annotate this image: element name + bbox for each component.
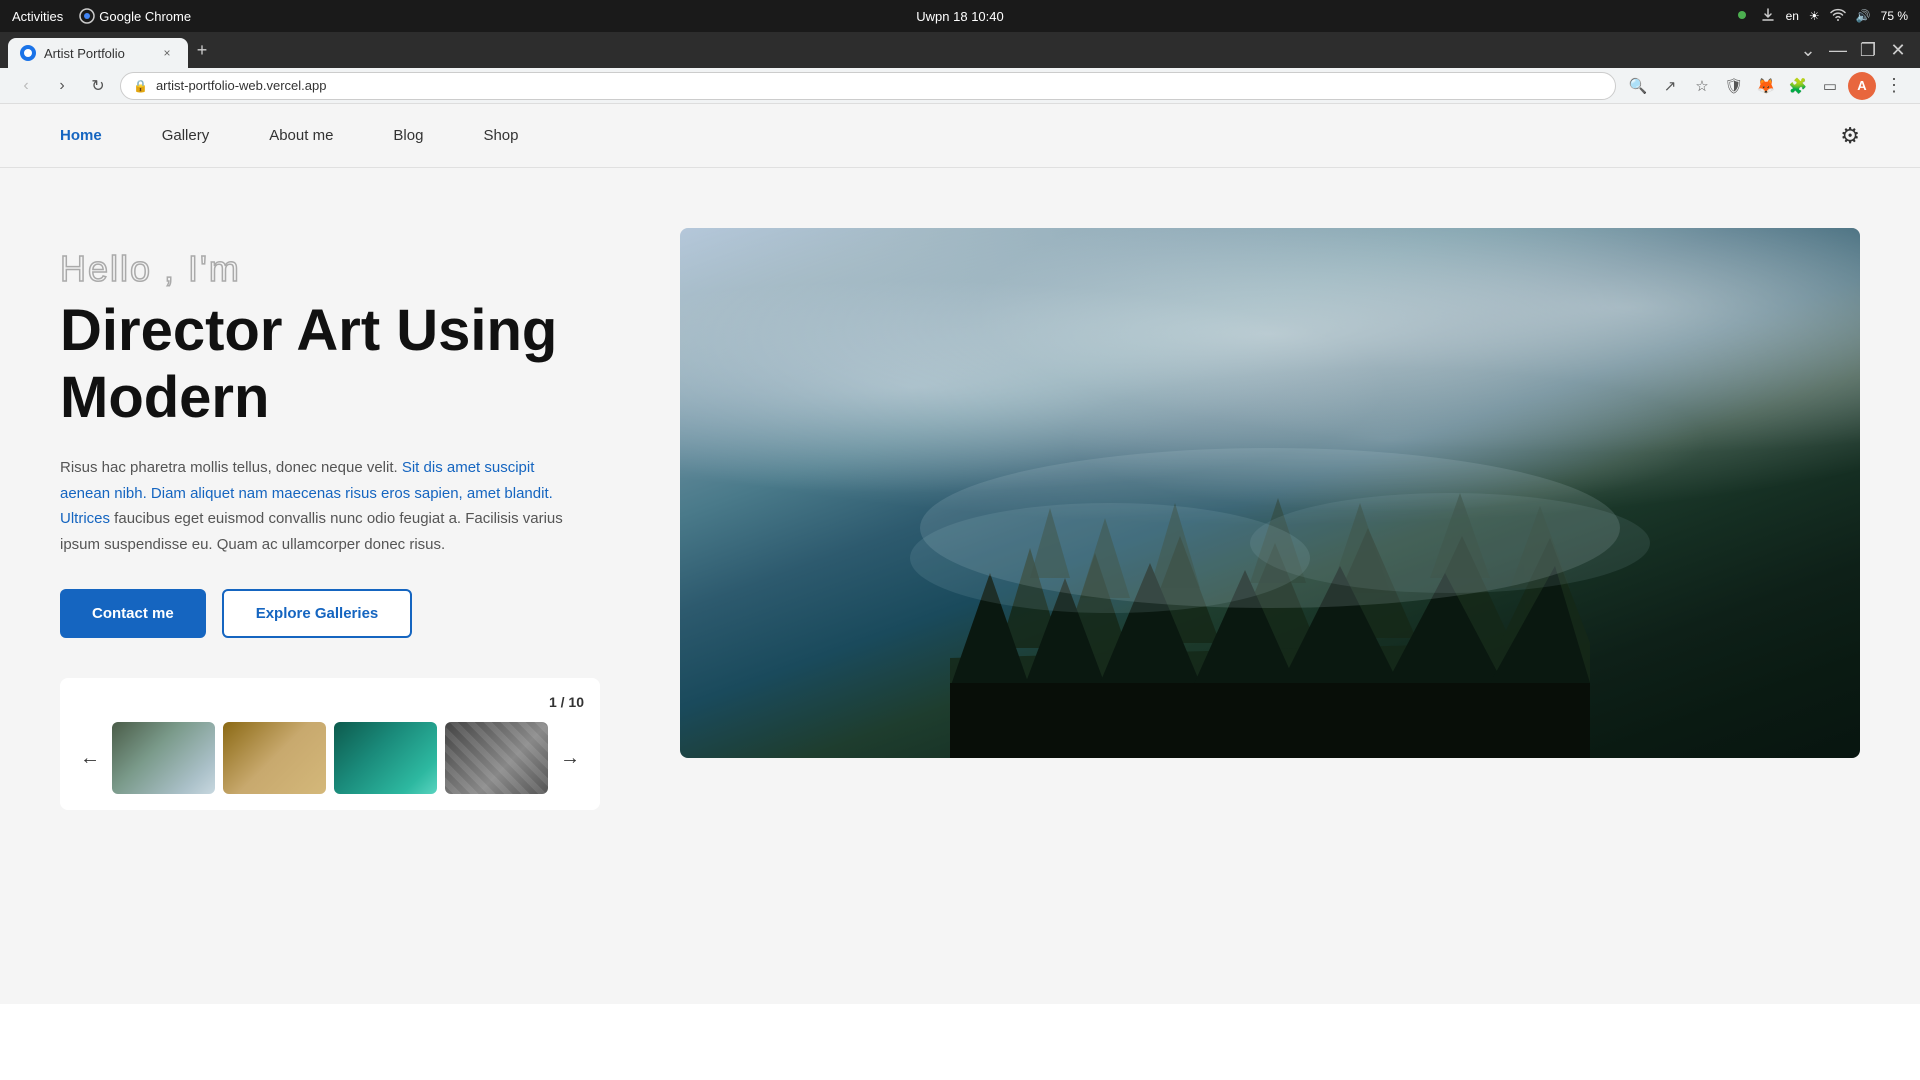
nav-links: Home Gallery About me Blog Shop <box>60 127 1840 144</box>
active-tab[interactable]: Artist Portfolio × <box>8 38 188 68</box>
shield-button[interactable]: 🛡 <box>1720 72 1748 100</box>
browser-tools: 🔍 ↗ ☆ 🛡 🦊 🧩 ▭ A ⋮ <box>1624 72 1908 100</box>
brightness-icon: ☀ <box>1809 9 1820 23</box>
os-bar: Activities Google Chrome Uwpn 18 10:40 e… <box>0 0 1920 32</box>
restore-button[interactable]: ❐ <box>1854 36 1882 64</box>
gallery-current: 1 <box>549 694 557 710</box>
browser-chrome: Artist Portfolio × + ⌄ — ❐ ✕ <box>0 32 1920 68</box>
hero-title-line2: Modern <box>60 365 269 430</box>
nav-blog[interactable]: Blog <box>393 127 423 144</box>
profile-button[interactable]: A <box>1848 72 1876 100</box>
desc-blue-2: Ultrices <box>60 510 110 527</box>
volume-icon: 🔊 <box>1856 9 1871 23</box>
hero-title: Director Art Using Modern <box>60 298 640 431</box>
tab-close-button[interactable]: × <box>158 44 176 62</box>
battery-label: 75 % <box>1881 9 1908 23</box>
thumbnail-3[interactable] <box>334 722 437 794</box>
settings-icon[interactable]: ⚙ <box>1840 123 1860 149</box>
website-content: Home Gallery About me Blog Shop ⚙ Hello … <box>0 104 1920 1004</box>
sidebar-button[interactable]: ▭ <box>1816 72 1844 100</box>
new-tab-button[interactable]: + <box>188 40 216 61</box>
nav-shop[interactable]: Shop <box>483 127 518 144</box>
os-bar-left: Activities Google Chrome <box>12 8 191 24</box>
galleries-button[interactable]: Explore Galleries <box>222 589 413 638</box>
dropdown-button[interactable]: ⌄ <box>1794 36 1822 64</box>
search-button[interactable]: 🔍 <box>1624 72 1652 100</box>
extensions-button[interactable]: 🧩 <box>1784 72 1812 100</box>
gallery-next-button[interactable]: → <box>556 744 584 772</box>
hero-greeting: Hello , I'm <box>60 248 640 290</box>
bookmark-button[interactable]: ☆ <box>1688 72 1716 100</box>
tab-title: Artist Portfolio <box>44 46 125 61</box>
lock-icon: 🔒 <box>133 79 148 93</box>
nav-home[interactable]: Home <box>60 127 102 144</box>
url-bar[interactable]: 🔒 artist-portfolio-web.vercel.app <box>120 72 1616 100</box>
forward-button[interactable]: › <box>48 72 76 100</box>
wifi-icon <box>1830 7 1846 26</box>
os-bar-right: en ☀ 🔊 75 % <box>1734 7 1908 26</box>
lang-label: en <box>1786 9 1799 23</box>
desc-blue-1: Sit dis amet suscipit aenean nibh. Diam … <box>60 459 553 502</box>
contact-button[interactable]: Contact me <box>60 589 206 638</box>
hero-buttons: Contact me Explore Galleries <box>60 589 640 638</box>
back-button[interactable]: ‹ <box>12 72 40 100</box>
menu-button[interactable]: ⋮ <box>1880 72 1908 100</box>
url-text: artist-portfolio-web.vercel.app <box>156 78 327 93</box>
os-time: Uwpn 18 10:40 <box>916 9 1003 24</box>
minimize-button[interactable]: — <box>1824 36 1852 64</box>
browser-icon: Google Chrome <box>79 8 191 24</box>
browser-label: Google Chrome <box>99 9 191 24</box>
tab-favicon <box>20 45 36 61</box>
gallery-total: 10 <box>568 694 584 710</box>
nav-gallery[interactable]: Gallery <box>162 127 210 144</box>
close-button[interactable]: ✕ <box>1884 36 1912 64</box>
gallery-strip: 1 / 10 ← → <box>60 678 600 810</box>
extension1-button[interactable]: 🦊 <box>1752 72 1780 100</box>
hero-section: Hello , I'm Director Art Using Modern Ri… <box>0 168 1920 810</box>
hero-description: Risus hac pharetra mollis tellus, donec … <box>60 455 580 557</box>
share-button[interactable]: ↗ <box>1656 72 1684 100</box>
hero-content: Hello , I'm Director Art Using Modern Ri… <box>60 228 640 810</box>
gallery-thumbnails: ← → <box>76 722 584 794</box>
thumbnail-2[interactable] <box>223 722 326 794</box>
tree-svg <box>680 228 1860 758</box>
thumbnail-4[interactable] <box>445 722 548 794</box>
forest-scene <box>680 228 1860 758</box>
download-icon <box>1760 7 1776 26</box>
site-nav: Home Gallery About me Blog Shop ⚙ <box>0 104 1920 168</box>
hero-image <box>680 228 1860 758</box>
reload-button[interactable]: ↻ <box>84 72 112 100</box>
window-controls: ⌄ — ❐ ✕ <box>1786 32 1920 68</box>
gallery-prev-button[interactable]: ← <box>76 744 104 772</box>
network-status-icon <box>1734 7 1750 26</box>
address-bar: ‹ › ↻ 🔒 artist-portfolio-web.vercel.app … <box>0 68 1920 104</box>
activities-label[interactable]: Activities <box>12 9 63 24</box>
thumbnail-1[interactable] <box>112 722 215 794</box>
gallery-counter: 1 / 10 <box>76 694 584 710</box>
hero-title-line1: Director Art Using <box>60 298 557 363</box>
nav-about[interactable]: About me <box>269 127 333 144</box>
tab-bar: Artist Portfolio × + <box>0 32 1786 68</box>
